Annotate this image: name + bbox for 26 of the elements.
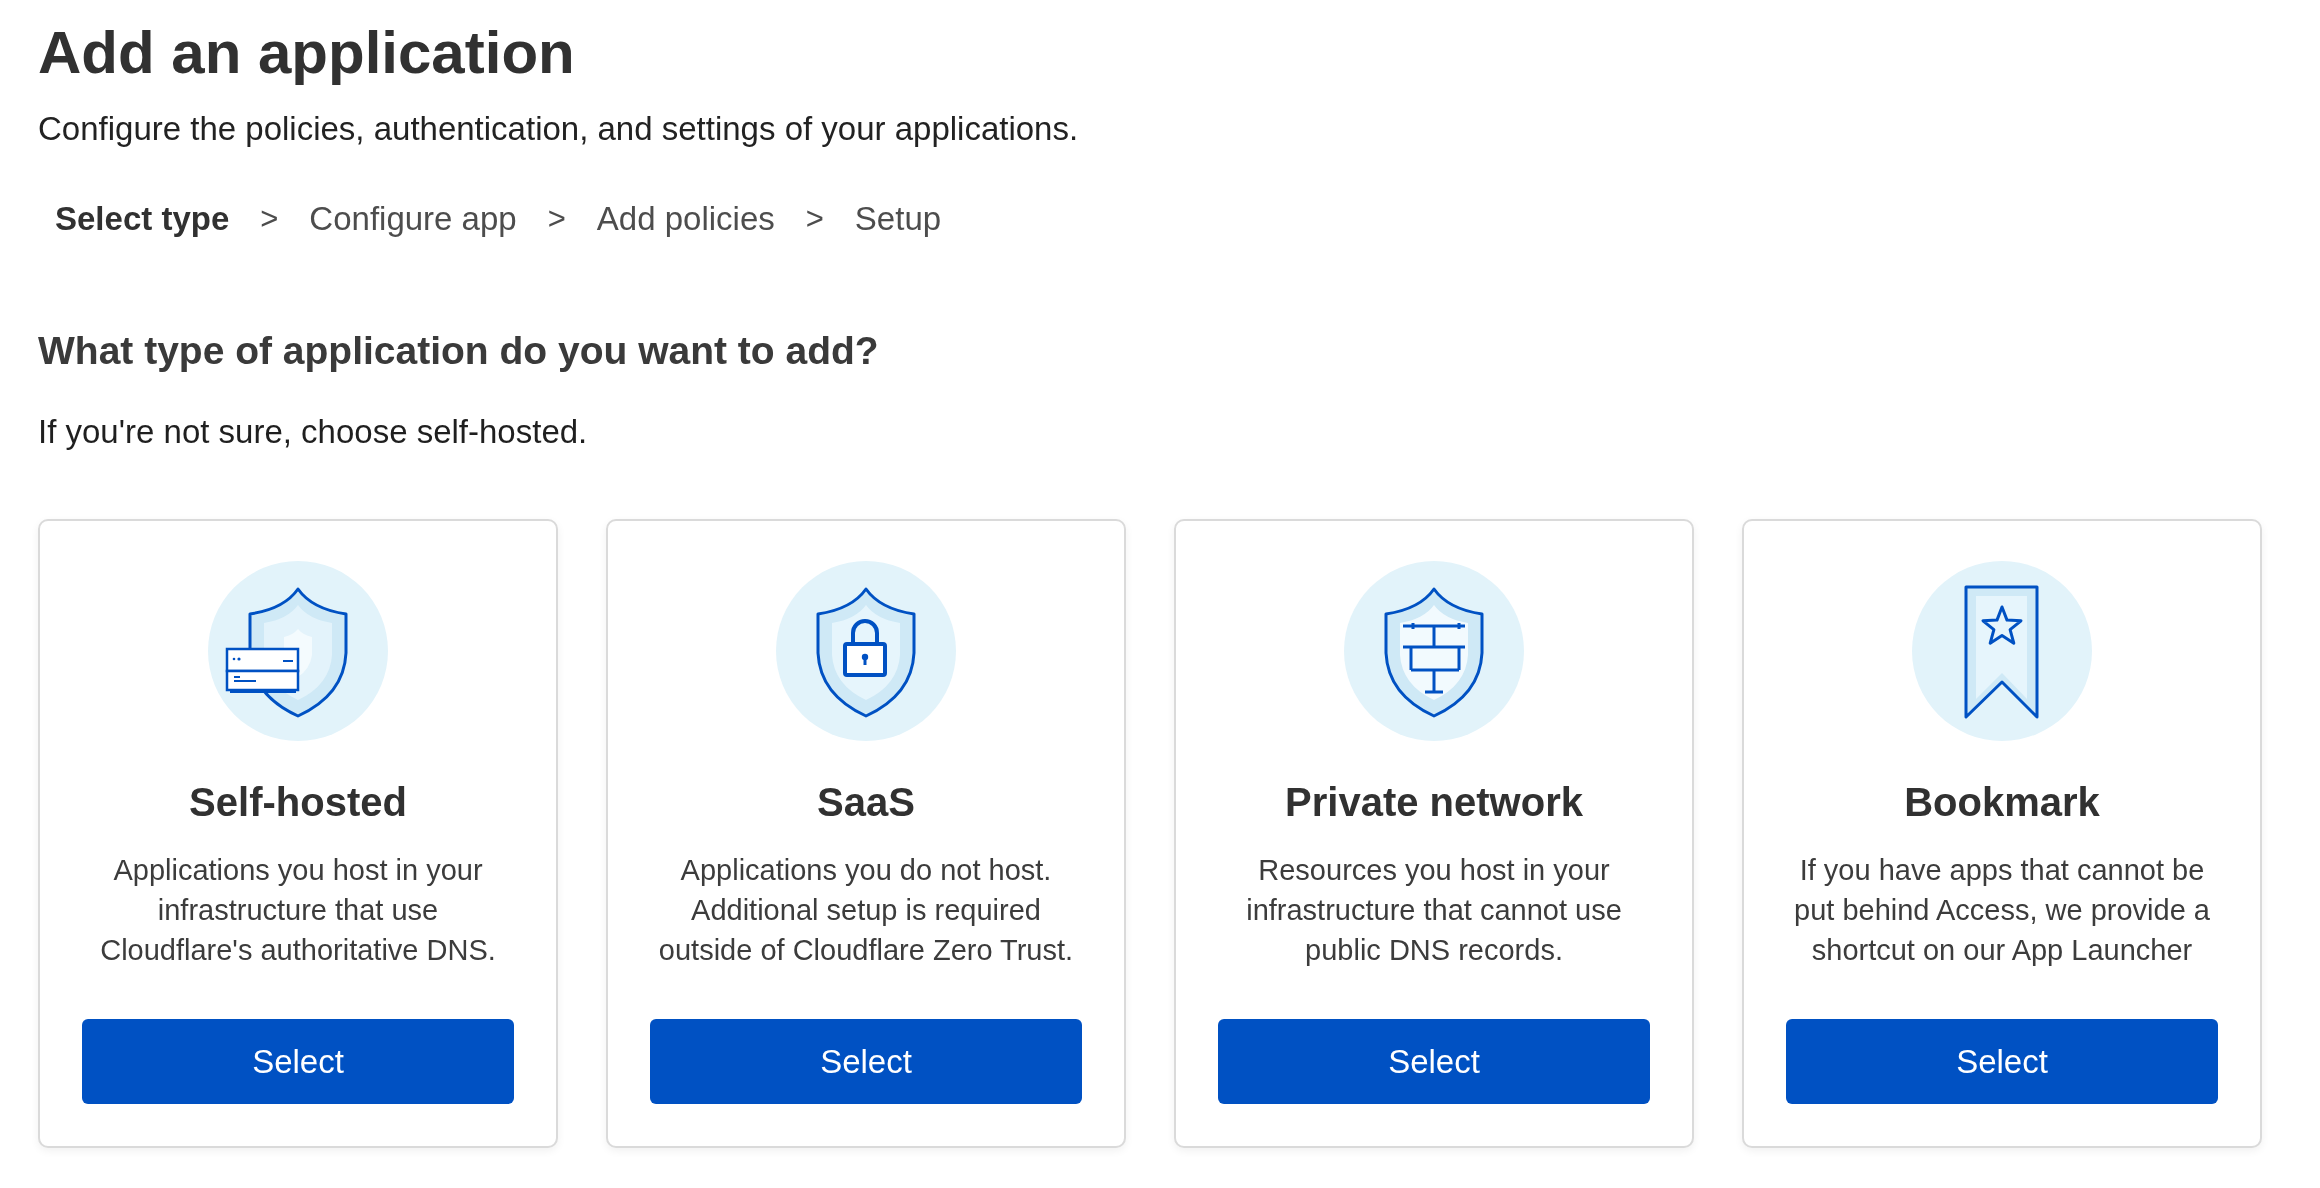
wizard-step: Add policies: [596, 197, 775, 241]
card-title: Bookmark: [1904, 779, 2100, 826]
hint-text: If you're not sure, choose self-hosted.: [38, 412, 588, 452]
card-title: Self-hosted: [189, 779, 407, 826]
wizard-step: Select type: [55, 197, 230, 241]
select-button[interactable]: Select: [1218, 1019, 1650, 1104]
select-button[interactable]: Select: [650, 1019, 1082, 1104]
breadcrumb-separator: >: [547, 200, 566, 238]
wizard-step: Configure app: [309, 197, 517, 241]
select-button[interactable]: Select: [82, 1019, 514, 1104]
lock-shield-icon: [776, 561, 956, 741]
wizard-step: Setup: [854, 197, 942, 241]
card-description: Applications you host in your infrastructure that use Cloudflare's authoritative DNS.: [99, 853, 497, 968]
card-title: Private network: [1285, 779, 1583, 826]
section-heading: What type of application do you want to add?: [38, 328, 879, 374]
breadcrumb-separator: >: [260, 200, 279, 238]
card-description: If you have apps that cannot be put behind Access, we provide a shortcut on our App Launcher: [1793, 853, 2211, 968]
card-title: SaaS: [817, 779, 915, 826]
card-description: Applications you do not host. Additional setup is required outside of Cloudflare Zero Trust.: [657, 853, 1075, 968]
shield-grid-icon: [1344, 561, 1524, 741]
page-title: Add an application: [38, 18, 575, 88]
page-subtitle: Configure the policies, authentication, and settings of your applications.: [38, 109, 1079, 149]
card-description: Resources you host in your infrastructure that cannot use public DNS records.: [1245, 853, 1623, 968]
server-shield-icon: [208, 561, 388, 741]
breadcrumb-separator: >: [805, 200, 824, 238]
select-button[interactable]: Select: [1786, 1019, 2218, 1104]
